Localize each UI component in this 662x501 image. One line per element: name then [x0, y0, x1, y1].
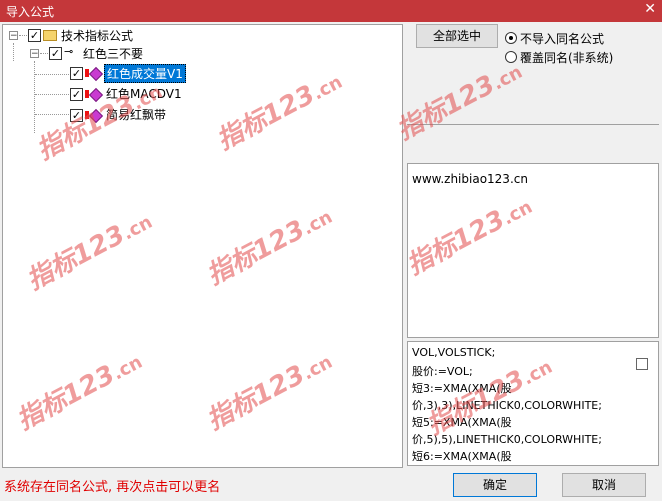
- tree-root-label[interactable]: 技术指标公式: [61, 27, 133, 44]
- code-line: 短6:=XMA(XMA(股: [412, 450, 512, 463]
- collapse-root-icon[interactable]: −: [9, 31, 18, 41]
- select-all-button[interactable]: 全部选中: [416, 24, 498, 48]
- code-line: 价,3),3),LINETHICK0,COLORWHITE;: [412, 399, 602, 412]
- radio-overwrite[interactable]: [505, 51, 517, 63]
- key-icon: ⊸: [64, 45, 74, 58]
- root-checkbox[interactable]: ✓: [28, 29, 41, 42]
- option-label[interactable]: 不导入同名公式: [520, 30, 604, 47]
- cancel-button[interactable]: 取消: [562, 473, 646, 497]
- tree-item-label[interactable]: 红色成交量V1: [104, 64, 186, 83]
- item-checkbox[interactable]: ✓: [70, 109, 83, 122]
- tree-line: [35, 114, 69, 115]
- title-bar: 导入公式 ✕: [0, 0, 662, 22]
- status-message: 系统存在同名公式, 再次点击可以更名: [4, 480, 221, 495]
- option-label[interactable]: 覆盖同名(非系统): [520, 49, 613, 66]
- formula-tree[interactable]: − ✓ 技术指标公式 − ✓ ⊸ 红色三不要 ✓ 红色成交量V1 ✓ 红色MAC…: [2, 24, 403, 468]
- folder-icon: [43, 30, 57, 41]
- separator-area: [407, 124, 659, 160]
- group-checkbox[interactable]: ✓: [49, 47, 62, 60]
- code-line: 价,5),5),LINETHICK0,COLORWHITE;: [412, 433, 602, 446]
- radio-skip-duplicates[interactable]: [505, 32, 517, 44]
- code-panel[interactable]: VOL,VOLSTICK; 股价:=VOL; 短3:=XMA(XMA(股 价,3…: [407, 341, 659, 466]
- item-checkbox[interactable]: ✓: [70, 67, 83, 80]
- collapse-group-icon[interactable]: −: [30, 49, 39, 59]
- tree-line: [13, 43, 14, 61]
- info-panel: www.zhibiao123.cn: [407, 163, 659, 338]
- ok-button[interactable]: 确定: [453, 473, 537, 497]
- code-line: 短3:=XMA(XMA(股: [412, 382, 512, 395]
- code-line: VOL,VOLSTICK;: [412, 346, 496, 359]
- tree-group-label[interactable]: 红色三不要: [83, 45, 143, 62]
- tree-item-label[interactable]: 红色MACDV1: [106, 85, 182, 102]
- code-line: 短5:=XMA(XMA(股: [412, 416, 512, 429]
- close-icon[interactable]: ✕: [644, 1, 656, 17]
- window-title: 导入公式: [6, 5, 55, 19]
- info-url: www.zhibiao123.cn: [412, 172, 528, 186]
- formula-gem-icon: [88, 108, 104, 124]
- code-checkbox[interactable]: [636, 358, 648, 370]
- tree-item-label[interactable]: 简易红飘带: [106, 106, 166, 123]
- tree-line: [35, 94, 69, 95]
- formula-gem-icon: [88, 66, 104, 82]
- code-line: 股价:=VOL;: [412, 365, 473, 378]
- formula-gem-icon: [88, 87, 104, 103]
- tree-line: [34, 61, 35, 133]
- item-checkbox[interactable]: ✓: [70, 88, 83, 101]
- tree-line: [35, 74, 69, 75]
